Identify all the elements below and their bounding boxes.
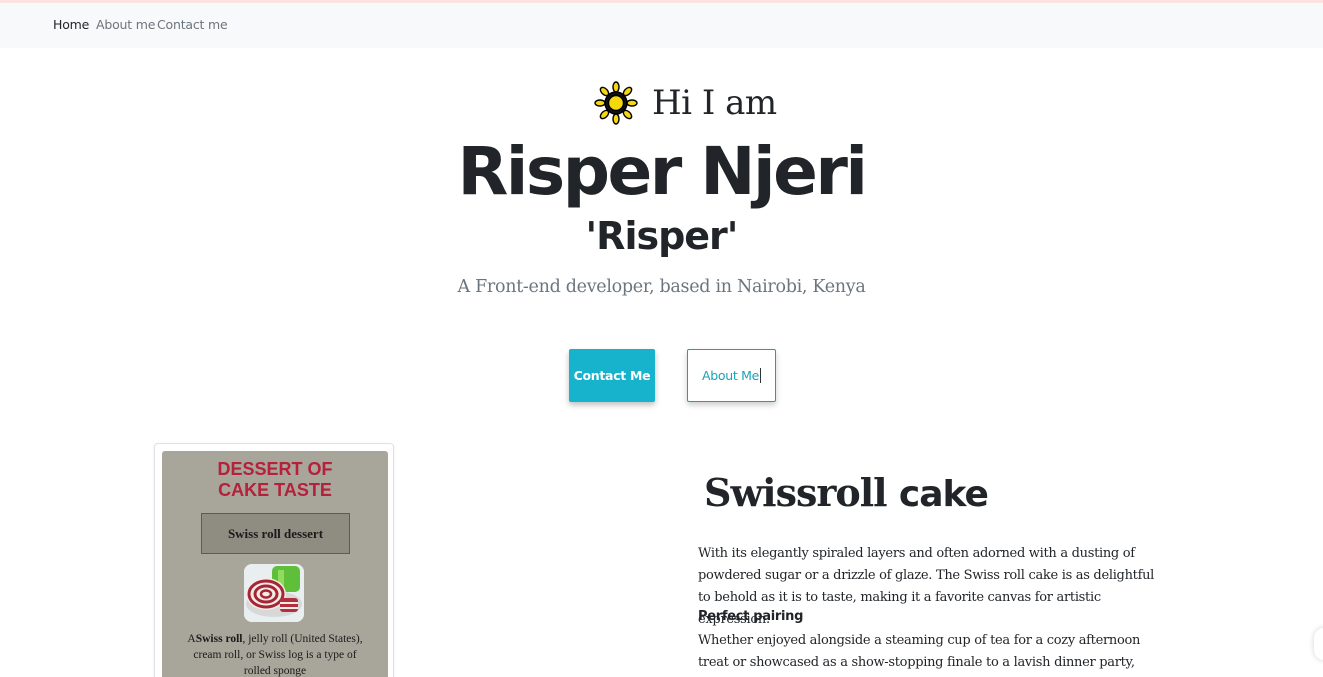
dessert-card: DESSERT OF CAKE TASTE Swiss roll dessert… — [154, 443, 394, 677]
about-me-button[interactable]: About Me — [687, 349, 776, 402]
hero-greeting: Hi I am — [594, 78, 777, 128]
hero-name: Risper Njeri — [457, 133, 868, 210]
poster-text-a: A — [187, 633, 196, 645]
nav-about-link[interactable]: About me — [96, 17, 155, 32]
section-title-light: Swissroll — [704, 470, 888, 515]
poster-title-line1: DESSERT OF — [217, 459, 333, 479]
nav-home-link[interactable]: Home — [53, 17, 89, 32]
hero-nickname: 'Risper' — [585, 214, 739, 258]
poster-description: ASwiss roll, jelly roll (United States),… — [162, 631, 388, 677]
poster-label-box: Swiss roll dessert — [201, 513, 350, 554]
section-title-bold: cake — [898, 474, 989, 515]
dessert-poster: DESSERT OF CAKE TASTE Swiss roll dessert… — [162, 451, 388, 677]
sun-icon — [594, 81, 638, 125]
swiss-roll-image — [244, 564, 304, 622]
section-paragraph-2: Whether enjoyed alongside a steaming cup… — [698, 633, 1141, 670]
poster-title: DESSERT OF CAKE TASTE — [162, 459, 388, 501]
navbar: Home About me Contact me — [0, 3, 1323, 48]
poster-text-bold: Swiss roll — [195, 633, 243, 645]
section-title: Swissroll cake — [704, 470, 989, 515]
section-subheading: Perfect pairing — [698, 609, 804, 624]
contact-me-button[interactable]: Contact Me — [569, 349, 655, 402]
nav-contact-link[interactable]: Contact me — [157, 17, 228, 32]
poster-title-line2: CAKE TASTE — [218, 480, 332, 500]
about-me-label: About Me — [701, 368, 759, 383]
floating-widget-button[interactable] — [1314, 628, 1323, 660]
text-cursor — [760, 368, 761, 383]
greeting-text: Hi I am — [652, 83, 777, 123]
hero-subtitle: A Front-end developer, based in Nairobi,… — [457, 277, 866, 297]
